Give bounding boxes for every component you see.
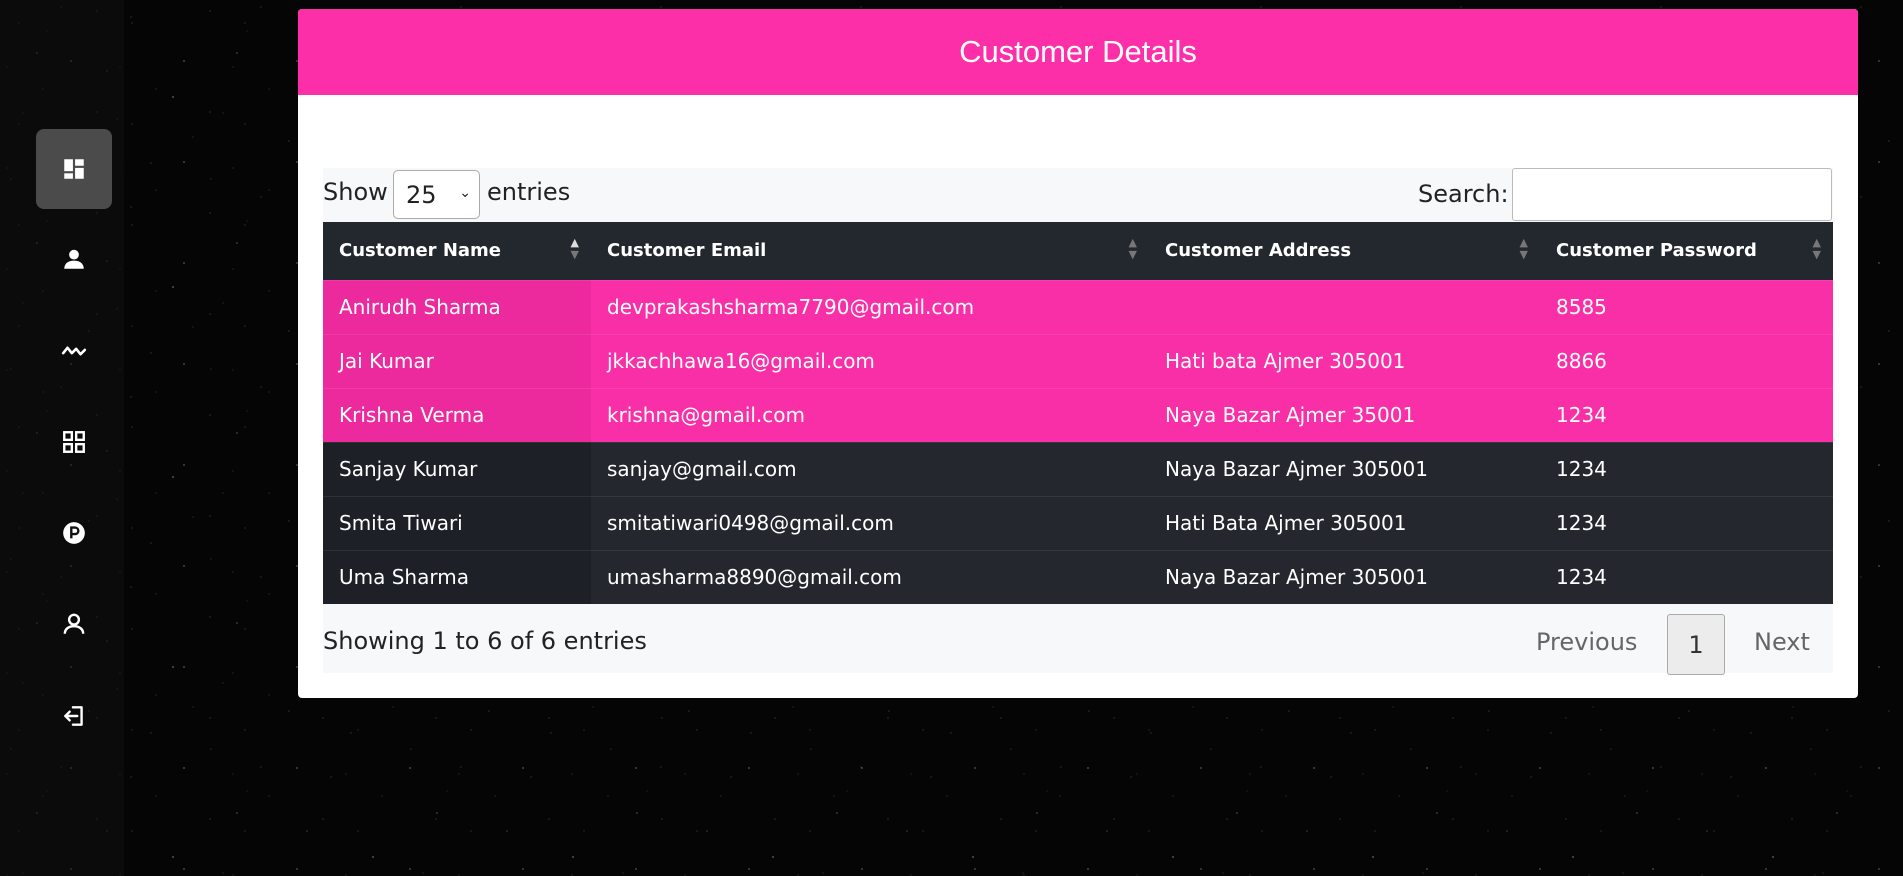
datatable-footer: Showing 1 to 6 of 6 entries Previous 1 N… — [323, 612, 1833, 675]
column-header-customer-email[interactable]: Customer Email ▲ ▼ — [591, 222, 1149, 280]
cell-customer-password: 1234 — [1540, 549, 1833, 604]
entries-length-value: 25 — [406, 180, 437, 209]
grid-icon — [63, 431, 85, 453]
parking-icon — [63, 522, 85, 544]
entries-length-select[interactable]: 25 ⌄ — [393, 170, 480, 219]
cell-customer-address: Hati Bata Ajmer 305001 — [1149, 495, 1540, 550]
cell-customer-address: Naya Bazar Ajmer 305001 — [1149, 549, 1540, 604]
cell-customer-address: Naya Bazar Ajmer 35001 — [1149, 387, 1540, 442]
cell-customer-name: Smita Tiwari — [323, 495, 591, 550]
nav-parking[interactable] — [36, 493, 112, 573]
logout-icon — [64, 706, 83, 726]
cell-customer-email: smitatiwari0498@gmail.com — [591, 495, 1149, 550]
cell-customer-password: 1234 — [1540, 495, 1833, 550]
cell-customer-password: 8585 — [1540, 279, 1833, 334]
cell-customer-name: Uma Sharma — [323, 549, 591, 604]
column-header-customer-name[interactable]: Customer Name ▲ ▼ — [323, 222, 591, 280]
nav-apps[interactable] — [36, 402, 112, 482]
sort-icon: ▲ ▼ — [1812, 236, 1821, 261]
cell-customer-name: Krishna Verma — [323, 387, 591, 442]
cell-customer-address — [1149, 279, 1540, 334]
cell-customer-email: umasharma8890@gmail.com — [591, 549, 1149, 604]
cell-customer-email: sanjay@gmail.com — [591, 441, 1149, 496]
nav-activity[interactable] — [36, 311, 112, 391]
table-row[interactable]: Sanjay Kumar sanjay@gmail.com Naya Bazar… — [323, 441, 1833, 496]
nav-logout[interactable] — [36, 676, 112, 756]
entries-info: Showing 1 to 6 of 6 entries — [323, 627, 647, 655]
nav-dashboard[interactable] — [36, 129, 112, 209]
show-label: Show — [323, 178, 388, 206]
page-title: Customer Details — [298, 9, 1858, 95]
activity-icon — [61, 346, 87, 356]
datatable-controls: Show 25 ⌄ entries Search: — [323, 168, 1833, 222]
cell-customer-name: Anirudh Sharma — [323, 279, 591, 334]
column-header-customer-password[interactable]: Customer Password ▲ ▼ — [1540, 222, 1833, 280]
table-row[interactable]: Krishna Verma krishna@gmail.com Naya Baz… — [323, 387, 1833, 442]
user-outline-icon — [63, 613, 85, 634]
user-filled-icon — [64, 249, 84, 269]
datatable-wrapper: Show 25 ⌄ entries Search: Customer Name … — [323, 168, 1833, 675]
previous-page-button[interactable]: Previous — [1536, 628, 1637, 656]
sort-icon: ▲ ▼ — [570, 236, 579, 261]
cell-customer-address: Naya Bazar Ajmer 305001 — [1149, 441, 1540, 496]
cell-customer-password: 1234 — [1540, 441, 1833, 496]
column-header-customer-address[interactable]: Customer Address ▲ ▼ — [1149, 222, 1540, 280]
customer-table: Customer Name ▲ ▼ Customer Email ▲ ▼ Custo… — [323, 222, 1833, 604]
table-row[interactable]: Anirudh Sharma devprakashsharma7790@gmai… — [323, 279, 1833, 334]
cell-customer-name: Sanjay Kumar — [323, 441, 591, 496]
sidebar — [0, 0, 124, 876]
sort-icon: ▲ ▼ — [1519, 236, 1528, 261]
cell-customer-email: devprakashsharma7790@gmail.com — [591, 279, 1149, 334]
page-1-button[interactable]: 1 — [1667, 614, 1725, 675]
cell-customer-email: jkkachhawa16@gmail.com — [591, 333, 1149, 388]
cell-customer-name: Jai Kumar — [323, 333, 591, 388]
cell-customer-email: krishna@gmail.com — [591, 387, 1149, 442]
search-label: Search: — [1418, 180, 1509, 208]
cell-customer-password: 8866 — [1540, 333, 1833, 388]
sort-icon: ▲ ▼ — [1128, 236, 1137, 261]
nav-account[interactable] — [36, 584, 112, 664]
dashboard-icon — [64, 159, 84, 179]
entries-label: entries — [487, 178, 571, 206]
table-row[interactable]: Smita Tiwari smitatiwari0498@gmail.com H… — [323, 495, 1833, 550]
table-header-row: Customer Name ▲ ▼ Customer Email ▲ ▼ Custo… — [323, 222, 1833, 280]
nav-profile[interactable] — [36, 219, 112, 299]
cell-customer-address: Hati bata Ajmer 305001 — [1149, 333, 1540, 388]
table-row[interactable]: Jai Kumar jkkachhawa16@gmail.com Hati ba… — [323, 333, 1833, 388]
table-row[interactable]: Uma Sharma umasharma8890@gmail.com Naya … — [323, 549, 1833, 604]
search-input[interactable] — [1512, 168, 1832, 221]
cell-customer-password: 1234 — [1540, 387, 1833, 442]
customer-details-card: Customer Details Show 25 ⌄ entries Searc… — [298, 9, 1858, 698]
chevron-down-icon: ⌄ — [459, 185, 471, 201]
next-page-button[interactable]: Next — [1754, 628, 1810, 656]
